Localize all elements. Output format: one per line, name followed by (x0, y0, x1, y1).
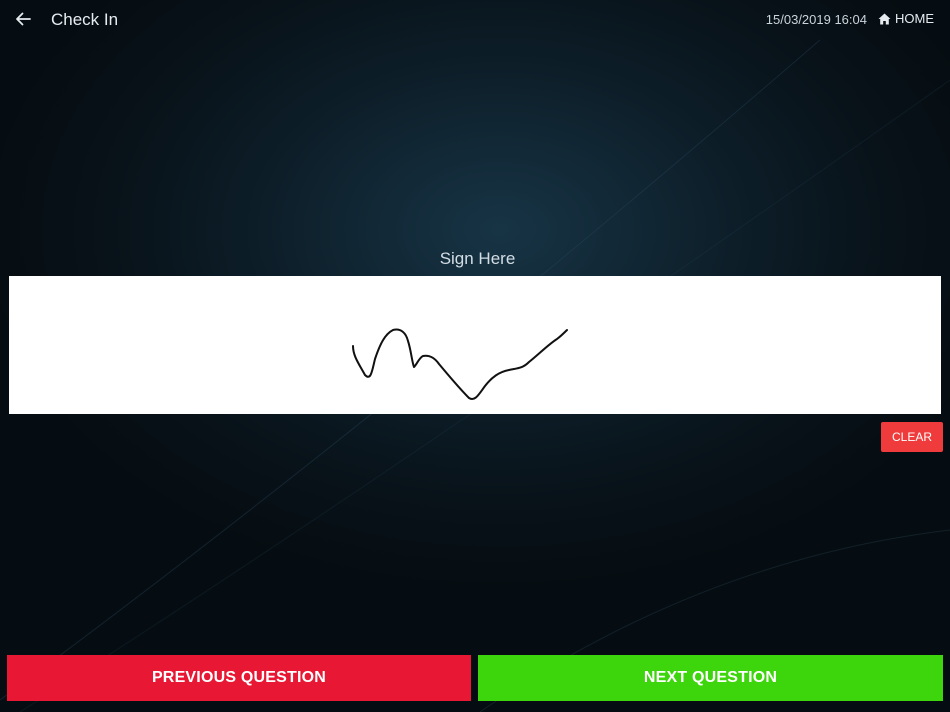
back-button[interactable] (10, 6, 36, 32)
arrow-left-icon (16, 12, 31, 26)
datetime-display: 15/03/2019 16:04 (765, 12, 867, 27)
next-question-button[interactable]: NEXT QUESTION (478, 655, 943, 701)
signature-stroke (352, 328, 568, 400)
home-button[interactable]: HOME (878, 11, 934, 27)
top-bar: Check In 15/03/2019 16:04 HOME (0, 0, 950, 40)
home-icon (878, 13, 891, 25)
signature-pad[interactable] (9, 276, 941, 414)
clear-signature-button[interactable]: CLEAR (881, 422, 943, 452)
home-label: HOME (895, 11, 934, 26)
previous-question-button[interactable]: PREVIOUS QUESTION (7, 655, 471, 701)
page-title: Check In (51, 10, 119, 29)
signature-prompt: Sign Here (439, 249, 516, 268)
